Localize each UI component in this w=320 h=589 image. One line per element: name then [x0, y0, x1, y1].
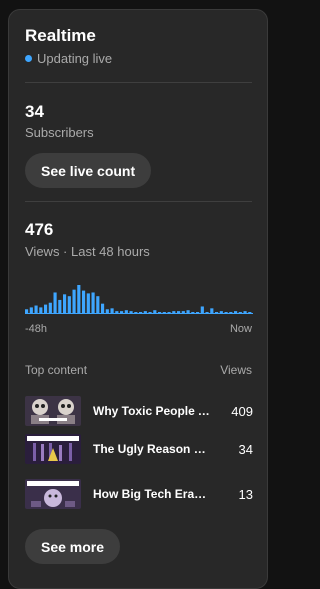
chart-bar	[186, 310, 190, 313]
chart-bar	[86, 293, 90, 313]
live-indicator-icon	[25, 55, 32, 62]
live-status-label: Updating live	[37, 51, 113, 66]
chart-bar	[48, 302, 52, 313]
video-thumbnail[interactable]	[25, 396, 81, 426]
chart-bar	[134, 312, 138, 313]
subscriber-label: Subscribers	[25, 125, 94, 140]
chart-bar	[77, 285, 81, 313]
chart-bar	[196, 312, 200, 313]
divider	[25, 82, 252, 83]
chart-bar	[200, 306, 204, 313]
chart-bar	[229, 312, 233, 313]
chart-bar	[29, 307, 33, 313]
chart-bar	[191, 312, 195, 313]
x-axis-end-label: Now	[229, 323, 252, 335]
chart-bar	[172, 311, 176, 313]
chart-bar	[105, 309, 109, 313]
video-thumbnail[interactable]	[25, 479, 81, 509]
chart-bar	[148, 312, 152, 313]
top-content-item[interactable]: Why Toxic People Are So Dangerous 409	[25, 396, 253, 426]
see-more-button[interactable]: See more	[25, 529, 121, 564]
chart-bar	[243, 311, 247, 313]
chart-bar	[115, 311, 119, 313]
chart-bar	[153, 310, 157, 313]
chart-bar	[53, 292, 57, 313]
chart-bar	[248, 312, 252, 313]
chart-bar	[129, 311, 133, 313]
see-live-count-button[interactable]: See live count	[25, 153, 152, 188]
top-content-item[interactable]: The Ugly Reason Truth Is Silenced 34	[25, 434, 253, 464]
chart-bar	[67, 296, 71, 313]
realtime-title: Realtime	[25, 26, 96, 45]
chart-bar	[72, 289, 76, 313]
chart-bar	[234, 311, 238, 313]
chart-bar	[44, 304, 48, 313]
chart-bar	[158, 312, 162, 313]
chart-bar	[167, 312, 171, 313]
chart-bar	[58, 299, 62, 313]
chart-bar	[120, 311, 124, 313]
divider	[25, 201, 252, 202]
chart-bar	[96, 296, 100, 313]
views-bar-chart	[25, 285, 253, 314]
video-views: 409	[231, 403, 253, 419]
chart-bar	[25, 309, 29, 313]
top-content-views-header: Views	[220, 363, 252, 377]
chart-bar	[39, 307, 43, 313]
chart-bar	[205, 312, 209, 313]
chart-bar	[143, 311, 147, 313]
views-count: 476	[25, 220, 54, 239]
subscriber-count: 34	[25, 102, 44, 121]
chart-bar	[224, 312, 228, 313]
chart-bar	[34, 305, 38, 313]
chart-bar	[124, 310, 128, 313]
realtime-card: Realtime Updating live 34 Subscribers Se…	[8, 9, 268, 589]
chart-bar	[91, 292, 95, 313]
video-title[interactable]: How Big Tech Erased Your Privacy	[93, 487, 211, 501]
chart-bar	[101, 303, 105, 313]
top-content-item[interactable]: How Big Tech Erased Your Privacy 13	[25, 479, 253, 509]
chart-bar	[110, 308, 114, 313]
chart-bar	[82, 290, 86, 313]
views-label: Views · Last 48 hours	[25, 244, 150, 259]
chart-bar	[63, 294, 67, 313]
video-views: 13	[238, 486, 253, 502]
video-thumbnail[interactable]	[25, 434, 81, 464]
live-status: Updating live	[25, 51, 112, 66]
chart-bar	[210, 308, 214, 313]
x-axis-start-label: -48h	[25, 323, 48, 335]
chart-bar	[238, 312, 242, 313]
top-content-header: Top content	[25, 363, 88, 377]
video-title[interactable]: The Ugly Reason Truth Is Silenced	[93, 442, 211, 456]
chart-bar	[181, 311, 185, 313]
chart-bar	[177, 311, 181, 313]
chart-bar	[139, 312, 143, 313]
chart-bar	[219, 311, 223, 313]
video-title[interactable]: Why Toxic People Are So Dangerous	[93, 404, 211, 418]
chart-bar	[162, 312, 166, 313]
chart-bar	[215, 312, 219, 313]
video-views: 34	[238, 441, 253, 457]
